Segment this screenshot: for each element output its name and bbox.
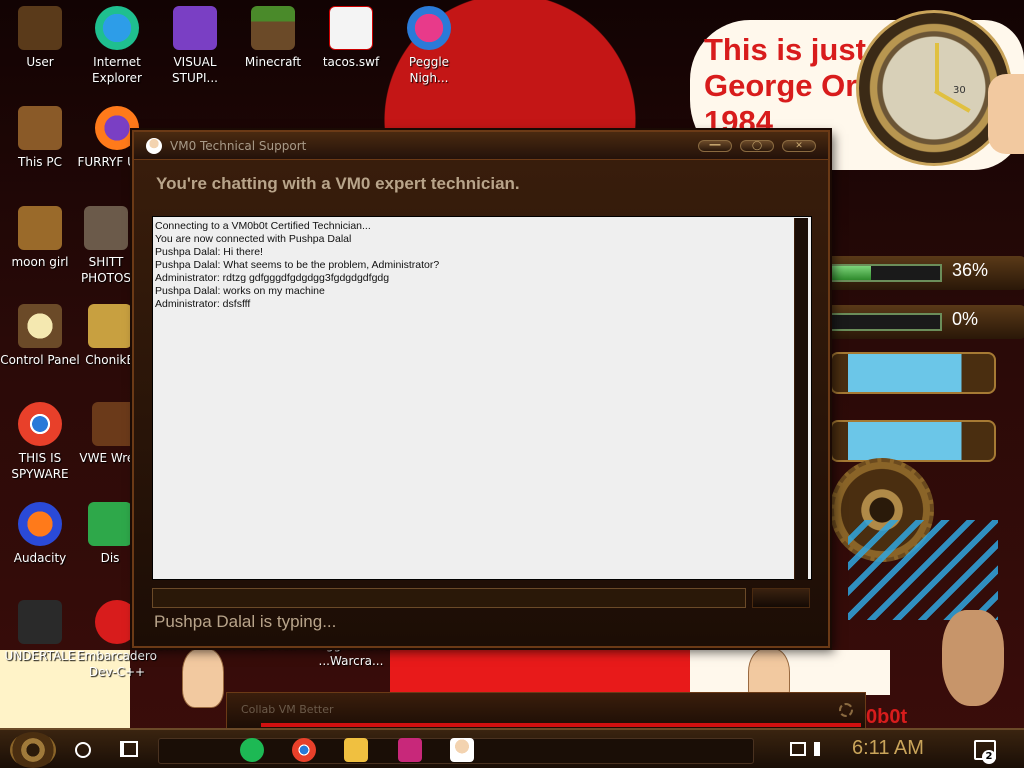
clock-subdial-label: 30 — [953, 85, 966, 96]
notification-badge: 2 — [982, 750, 996, 764]
user-folder-icon — [18, 6, 62, 50]
start-button[interactable] — [10, 732, 56, 768]
desktop-icon-peggle-nights[interactable]: Peggle Nigh... — [389, 6, 469, 86]
hamster-image — [942, 610, 1004, 706]
desktop-icon-label: Control Panel — [0, 353, 80, 367]
chat-scrollbar[interactable] — [794, 218, 808, 580]
desktop-icon-visual-studio[interactable]: VISUAL STUPI... — [155, 6, 235, 86]
chat-message: Pushpa Dalal: What seems to be the probl… — [155, 259, 440, 271]
gauge-memory: 0% — [826, 305, 1024, 339]
vm0-support-icon[interactable] — [450, 738, 474, 762]
steampunk-tube — [830, 420, 996, 462]
wallpaper-sticker-2 — [690, 650, 890, 695]
brand-text: 0b0t — [866, 706, 908, 728]
desktop-icon-chrome-spyware[interactable]: THIS IS SPYWARE — [0, 402, 80, 482]
gauge-percent-label: 36% — [952, 260, 989, 280]
blue-tubes-decoration — [848, 520, 998, 620]
desktop-icon-label: Embarcadero Dev-C++ — [77, 649, 157, 679]
winrar-icon[interactable] — [398, 738, 422, 762]
gauge-cpu: 36% — [826, 256, 1024, 290]
cortana-icon[interactable] — [75, 742, 91, 758]
steampunk-tube — [830, 352, 996, 394]
chat-message: Administrator: dsfsfff — [155, 298, 251, 310]
desktop-icon-label: UNDERTALE — [4, 649, 76, 663]
chat-message: You are now connected with Pushpa Dalal — [155, 233, 352, 245]
gauge-track — [830, 264, 942, 282]
taskbar-clock[interactable]: 6:11 AM — [852, 737, 924, 760]
maximize-button[interactable]: ◯ — [740, 140, 774, 152]
desktop-icon-control-panel[interactable]: Control Panel — [0, 304, 80, 368]
vm0-support-window: VM0 Technical Support ━━ ◯ ✕ You're chat… — [132, 130, 830, 648]
collab-vm-title: Collab VM Better — [241, 703, 334, 716]
taskbar: 6:11 AM 2 — [0, 728, 1024, 768]
desktop-icon-label: Minecraft — [244, 55, 302, 69]
chat-log[interactable]: Connecting to a VM0b0t Certified Technic… — [152, 216, 812, 580]
desktop-icon-internet-explorer[interactable]: Internet Explorer — [77, 6, 157, 86]
desktop-icon-minecraft[interactable]: Minecraft — [233, 6, 313, 70]
close-button[interactable]: ✕ — [782, 140, 816, 152]
unity-icon — [18, 600, 62, 644]
desktop-icon-label: Audacity — [13, 551, 67, 565]
desktop-icon-label: tacos.swf — [322, 55, 380, 69]
moon-girl-icon — [18, 206, 62, 250]
peggle-icon — [407, 6, 451, 50]
visual-studio-icon — [173, 6, 217, 50]
chonik-icon — [88, 304, 132, 348]
window-title: VM0 Technical Support — [170, 139, 307, 153]
window-titlebar[interactable]: VM0 Technical Support ━━ ◯ ✕ — [134, 132, 828, 160]
clock-hour-hand — [935, 43, 939, 91]
gimp-icon — [84, 206, 128, 250]
chat-message: Pushpa Dalal: works on my machine — [155, 285, 325, 297]
desktop-icon-label: THIS IS SPYWARE — [11, 451, 69, 481]
chat-heading: You're chatting with a VM0 expert techni… — [156, 174, 520, 193]
desktop-icon-user[interactable]: User — [0, 6, 80, 70]
desktop-icon-label: This PC — [18, 155, 62, 169]
message-input[interactable] — [152, 588, 746, 608]
task-view-icon[interactable] — [120, 741, 138, 757]
gauge-track — [830, 313, 942, 331]
edge-icon — [95, 6, 139, 50]
settings-gear-icon[interactable] — [839, 703, 853, 717]
minecraft-icon — [251, 6, 295, 50]
desktop-icon-label: VISUAL STUPI... — [172, 55, 218, 85]
desktop-icon-audacity[interactable]: Audacity — [0, 502, 80, 566]
flash-file-icon — [329, 6, 373, 50]
desktop-icon-this-pc[interactable]: This PC — [0, 106, 80, 170]
volume-muted-icon[interactable] — [814, 742, 830, 756]
minimize-button[interactable]: ━━ — [698, 140, 732, 152]
gauge-fill — [832, 266, 871, 280]
collab-vm-window[interactable]: Collab VM Better — [226, 692, 866, 730]
desktop-icon-label: User — [26, 55, 54, 69]
wallpaper-red-band — [390, 640, 690, 695]
desktop-icon-undertale[interactable]: UNDERTALE — [0, 600, 80, 664]
cartoon-face-image — [182, 648, 224, 708]
control-panel-icon — [18, 304, 62, 348]
progress-line — [261, 723, 861, 727]
send-button[interactable] — [752, 588, 810, 608]
this-pc-icon — [18, 106, 62, 150]
desktop-icon-label: Internet Explorer — [92, 55, 142, 85]
chat-message: Administrator: rdtzg gdfgggdfgdgdgg3fgdg… — [155, 272, 390, 284]
cartoon-face-image — [988, 74, 1024, 154]
chrome-icon — [18, 402, 62, 446]
wwe-icon — [92, 402, 136, 446]
desktop-icon-tacos-swf[interactable]: tacos.swf — [311, 6, 391, 70]
green-app-icon — [88, 502, 132, 546]
desktop-icon-label: Peggle Nigh... — [408, 55, 450, 85]
gauge-percent-label: 0% — [952, 309, 979, 329]
typing-status: Pushpa Dalal is typing... — [154, 612, 337, 631]
chat-message: Connecting to a VM0b0t Certified Technic… — [155, 220, 371, 232]
chrome-icon[interactable] — [292, 738, 316, 762]
chat-message: Pushpa Dalal: Hi there! — [155, 246, 263, 258]
technician-icon — [146, 138, 162, 154]
file-explorer-icon[interactable] — [344, 738, 368, 762]
window-controls: ━━ ◯ ✕ — [698, 140, 816, 152]
audacity-icon — [18, 502, 62, 546]
network-icon[interactable] — [790, 742, 806, 756]
spotify-icon[interactable] — [240, 738, 264, 762]
